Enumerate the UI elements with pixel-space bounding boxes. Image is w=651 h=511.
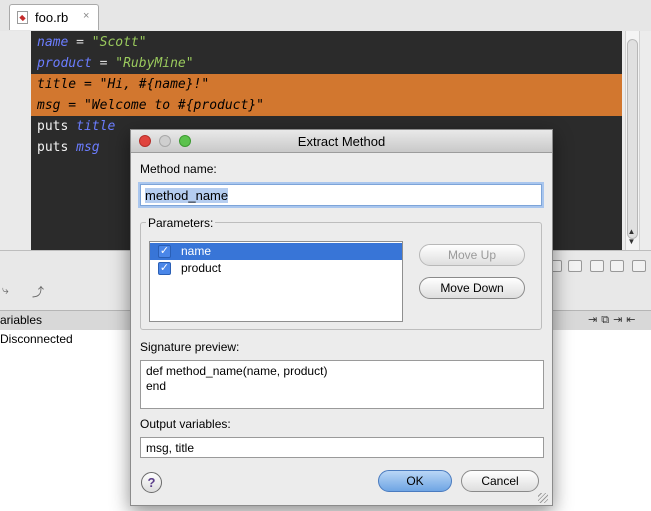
output-variables-label: Output variables: <box>140 417 231 431</box>
settings-icon[interactable] <box>590 260 604 272</box>
checkbox-checked-icon[interactable]: ✓ <box>158 262 171 275</box>
code-identifier: product <box>37 56 92 71</box>
parameters-list[interactable]: ✓ name ✓ product <box>149 241 403 322</box>
code-operator: = <box>60 98 84 113</box>
code-identifier: msg <box>76 140 100 155</box>
vertical-scrollbar[interactable] <box>625 31 640 250</box>
scroll-down-icon[interactable]: ▼ <box>625 236 638 247</box>
step-out-icon[interactable]: ⤴ <box>32 283 44 300</box>
code-identifier: name <box>37 35 69 50</box>
signature-preview-label: Signature preview: <box>140 340 240 354</box>
help-icon[interactable]: ? <box>141 472 162 493</box>
code-operator: = <box>68 35 92 50</box>
code-string: "Welcome to #{product}" <box>83 98 264 113</box>
code-keyword: puts <box>37 140 77 155</box>
tab-foo-rb[interactable]: foo.rb × <box>9 4 99 30</box>
debug-status-text: Disconnected <box>0 332 73 346</box>
minimize-icon[interactable] <box>610 260 624 272</box>
move-down-button[interactable]: Move Down <box>419 277 525 299</box>
method-name-input[interactable]: method_name <box>140 184 542 206</box>
code-operator: = <box>91 56 116 71</box>
method-name-label: Method name: <box>140 162 217 176</box>
ruby-file-icon <box>17 11 28 24</box>
code-identifier: msg <box>37 98 61 113</box>
method-name-value: method_name <box>145 188 229 203</box>
variables-panel-icons[interactable]: ⇥⧉⇥⇤ <box>588 313 640 327</box>
parameter-row-product[interactable]: ✓ product <box>150 260 402 277</box>
hide-icon[interactable] <box>632 260 646 272</box>
editor-scroll-area: ▲ ▼ <box>622 31 651 250</box>
close-tab-icon[interactable]: × <box>83 10 89 22</box>
output-variables-field[interactable]: msg, title <box>140 437 544 458</box>
editor-tab-strip: foo.rb × <box>0 0 651 32</box>
parameters-label: Parameters: <box>146 216 216 230</box>
checkbox-checked-icon[interactable]: ✓ <box>158 245 171 258</box>
scrollbar-thumb[interactable] <box>627 39 638 239</box>
step-into-icon[interactable]: ⤷ <box>2 283 9 298</box>
signature-preview: def method_name(name, product) end <box>140 360 544 409</box>
parameter-name: product <box>181 261 222 275</box>
code-identifier: title <box>37 77 77 92</box>
code-operator: = <box>76 77 100 92</box>
variables-title: ariables <box>0 313 43 327</box>
dialog-titlebar[interactable]: Extract Method <box>131 130 552 153</box>
cancel-button[interactable]: Cancel <box>461 470 539 492</box>
layout-icon[interactable] <box>568 260 582 272</box>
code-keyword: puts <box>37 119 77 134</box>
resize-grip-icon[interactable] <box>538 493 548 503</box>
parameter-row-name[interactable]: ✓ name <box>150 243 402 260</box>
code-identifier: title <box>76 119 116 134</box>
tab-label: foo.rb <box>35 10 69 25</box>
code-line[interactable]: product = "RubyMine" <box>31 53 622 74</box>
code-string: "Scott" <box>91 35 147 50</box>
editor-gutter <box>0 31 32 250</box>
code-string: "RubyMine" <box>115 56 194 71</box>
dialog-title: Extract Method <box>297 134 386 149</box>
code-line[interactable]: name = "Scott" <box>31 32 622 53</box>
ok-button[interactable]: OK <box>378 470 452 492</box>
code-line-selected[interactable]: title = "Hi, #{name}!" <box>31 74 622 95</box>
parameter-name: name <box>181 244 212 258</box>
move-up-button[interactable]: Move Up <box>419 244 525 266</box>
code-string: "Hi, #{name}!" <box>99 77 210 92</box>
code-line-selected[interactable]: msg = "Welcome to #{product}" <box>31 95 622 116</box>
extract-method-dialog: Extract Method Method name: method_name … <box>130 129 553 506</box>
